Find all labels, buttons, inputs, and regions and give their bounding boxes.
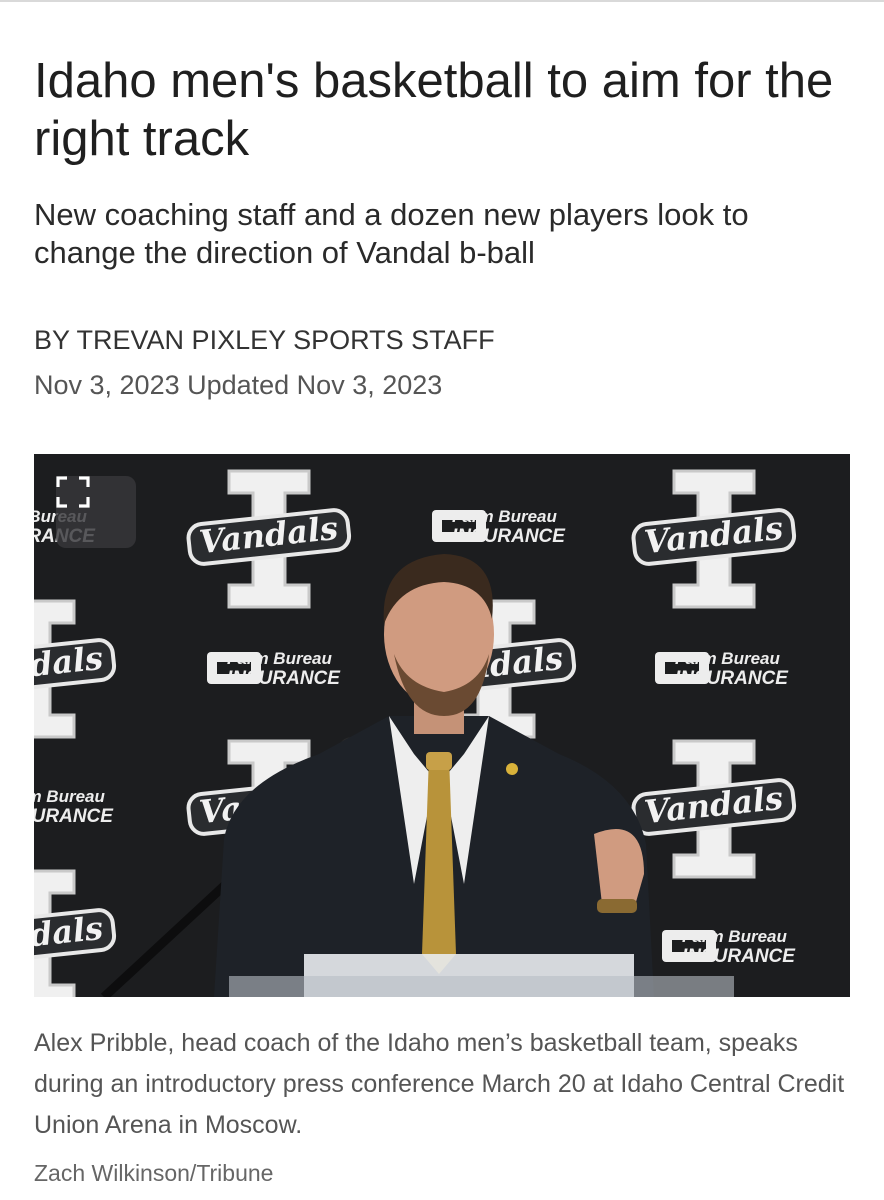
- press-conference-image: Vandals Vandals Vandals Vandals Vandals …: [34, 454, 850, 997]
- svg-text:INSURANCE: INSURANCE: [34, 806, 114, 827]
- farm-bureau-logo: Farm Bureau INSURANCE: [34, 787, 114, 827]
- farm-bureau-logo: Farm Bureau INSURANCE: [207, 649, 341, 689]
- svg-text:INSURANCE: INSURANCE: [682, 946, 796, 967]
- svg-text:INSURANCE: INSURANCE: [452, 526, 566, 547]
- article-byline: BY TREVAN PIXLEY SPORTS STAFF: [34, 325, 495, 355]
- svg-text:Farm Bureau: Farm Bureau: [34, 787, 105, 806]
- article-subheadline: New coaching staff and a dozen new playe…: [34, 197, 749, 270]
- svg-text:Farm Bureau: Farm Bureau: [682, 927, 787, 946]
- svg-text:Farm Bureau: Farm Bureau: [227, 649, 332, 668]
- top-divider: [0, 0, 884, 2]
- farm-bureau-logo: Farm Bureau INSURANCE: [655, 649, 789, 689]
- farm-bureau-logo: Farm Bureau INSURANCE: [432, 507, 566, 547]
- expand-icon: [56, 476, 90, 508]
- photo-credit: Zach Wilkinson/Tribune: [34, 1160, 274, 1186]
- article-dateline: Nov 3, 2023 Updated Nov 3, 2023: [34, 370, 443, 400]
- svg-text:Farm Bureau: Farm Bureau: [675, 649, 780, 668]
- expand-photo-button[interactable]: [56, 476, 136, 548]
- svg-text:INSURANCE: INSURANCE: [675, 668, 789, 689]
- article-photo[interactable]: Vandals Vandals Vandals Vandals Vandals …: [34, 454, 850, 997]
- svg-text:Farm Bureau: Farm Bureau: [452, 507, 557, 526]
- farm-bureau-logo: Farm Bureau INSURANCE: [662, 927, 796, 967]
- svg-text:INSURANCE: INSURANCE: [227, 668, 341, 689]
- photo-caption: Alex Pribble, head coach of the Idaho me…: [34, 1029, 845, 1139]
- article-headline: Idaho men's basketball to aim for the ri…: [34, 54, 834, 166]
